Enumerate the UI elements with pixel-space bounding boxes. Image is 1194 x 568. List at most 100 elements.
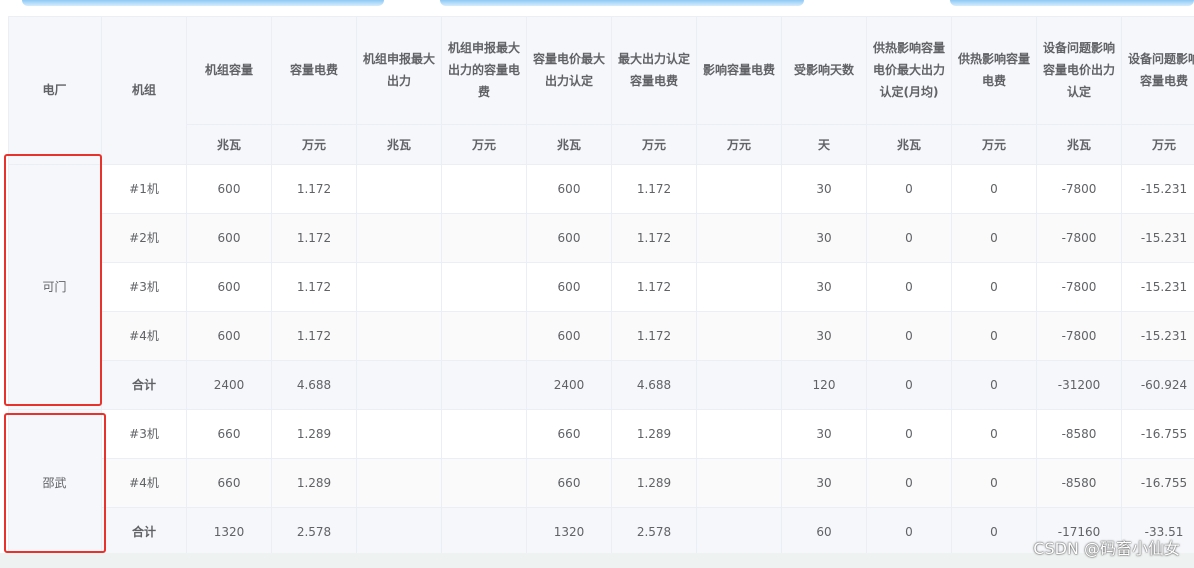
unit-label-heat-max-output: 兆瓦 — [867, 125, 952, 165]
header-max-output-fee: 最大出力认定容量电费 — [612, 16, 697, 125]
data-cell-declared-max — [357, 361, 442, 410]
data-cell-affected-days: 30 — [782, 410, 867, 459]
data-cell-affected-days: 30 — [782, 312, 867, 361]
unit-label-declared-max: 兆瓦 — [357, 125, 442, 165]
top-blue-bar — [22, 0, 384, 6]
data-cell-heat-fee: 0 — [952, 312, 1037, 361]
data-cell-affected-days: 120 — [782, 361, 867, 410]
unit-label-max-output-fee: 万元 — [612, 125, 697, 165]
bottom-scrollbar-track[interactable] — [0, 553, 1194, 568]
data-cell-capacity: 600 — [187, 263, 272, 312]
data-cell-equip-fee: -16.755 — [1122, 459, 1194, 508]
unit-label-capacity-fee: 万元 — [272, 125, 357, 165]
data-cell-declared-max — [357, 312, 442, 361]
data-cell-price-max-output: 600 — [527, 312, 612, 361]
data-cell-price-max-output: 600 — [527, 214, 612, 263]
data-cell-capacity: 600 — [187, 312, 272, 361]
data-cell-capacity: 660 — [187, 459, 272, 508]
header-affect-fee: 影响容量电费 — [697, 16, 782, 125]
data-cell-affected-days: 30 — [782, 459, 867, 508]
data-cell-declared-max — [357, 214, 442, 263]
top-toolbar-strip — [0, 0, 1194, 14]
unit-name-cell: #1机 — [102, 165, 187, 214]
data-cell-equip-max-output: -7800 — [1037, 165, 1122, 214]
data-cell-price-max-output: 600 — [527, 165, 612, 214]
data-cell-heat-fee: 0 — [952, 508, 1037, 557]
data-cell-capacity-fee: 1.289 — [272, 459, 357, 508]
top-blue-bar — [440, 0, 804, 6]
header-equip-fee: 设备问题影响容量电费 — [1122, 16, 1194, 125]
data-cell-heat-max-output: 0 — [867, 214, 952, 263]
data-cell-equip-max-output: -7800 — [1037, 263, 1122, 312]
data-cell-equip-max-output: -7800 — [1037, 214, 1122, 263]
data-cell-max-output-fee: 2.578 — [612, 508, 697, 557]
data-cell-declared-max-fee — [442, 312, 527, 361]
top-blue-bar — [950, 0, 1194, 6]
data-cell-declared-max-fee — [442, 165, 527, 214]
unit-label-affect-fee: 万元 — [697, 125, 782, 165]
data-cell-heat-fee: 0 — [952, 361, 1037, 410]
data-cell-heat-fee: 0 — [952, 410, 1037, 459]
data-cell-price-max-output: 1320 — [527, 508, 612, 557]
data-cell-price-max-output: 2400 — [527, 361, 612, 410]
data-cell-declared-max-fee — [442, 410, 527, 459]
data-cell-equip-fee: -16.755 — [1122, 410, 1194, 459]
data-cell-equip-fee: -15.231 — [1122, 214, 1194, 263]
data-cell-capacity-fee: 1.172 — [272, 214, 357, 263]
data-cell-equip-fee: -15.231 — [1122, 312, 1194, 361]
data-cell-capacity: 2400 — [187, 361, 272, 410]
data-cell-heat-fee: 0 — [952, 165, 1037, 214]
data-cell-heat-fee: 0 — [952, 263, 1037, 312]
data-cell-max-output-fee: 1.172 — [612, 263, 697, 312]
data-cell-affect-fee — [697, 165, 782, 214]
data-cell-capacity-fee: 2.578 — [272, 508, 357, 557]
plant-name-cell: 可门 — [8, 165, 102, 410]
header-plant: 电厂 — [8, 16, 102, 165]
data-cell-capacity-fee: 1.172 — [272, 312, 357, 361]
watermark: CSDN @码畜小仙女 — [1033, 539, 1180, 558]
data-cell-equip-fee: -15.231 — [1122, 263, 1194, 312]
unit-name-cell: #4机 — [102, 459, 187, 508]
data-cell-price-max-output: 660 — [527, 410, 612, 459]
data-cell-capacity: 1320 — [187, 508, 272, 557]
data-cell-equip-max-output: -8580 — [1037, 459, 1122, 508]
header-declared-max: 机组申报最大出力 — [357, 16, 442, 125]
header-affected-days: 受影响天数 — [782, 16, 867, 125]
data-cell-equip-max-output: -8580 — [1037, 410, 1122, 459]
data-cell-heat-fee: 0 — [952, 459, 1037, 508]
data-cell-heat-max-output: 0 — [867, 165, 952, 214]
header-capacity: 机组容量 — [187, 16, 272, 125]
unit-name-cell: #4机 — [102, 312, 187, 361]
data-cell-declared-max — [357, 410, 442, 459]
data-cell-declared-max-fee — [442, 214, 527, 263]
header-heat-max-output: 供热影响容量电价最大出力认定(月均) — [867, 16, 952, 125]
data-cell-heat-max-output: 0 — [867, 263, 952, 312]
data-cell-declared-max-fee — [442, 263, 527, 312]
unit-label-equip-fee: 万元 — [1122, 125, 1194, 165]
data-cell-capacity-fee: 4.688 — [272, 361, 357, 410]
total-row-label: 合计 — [102, 508, 187, 557]
data-cell-capacity: 600 — [187, 214, 272, 263]
data-cell-max-output-fee: 1.172 — [612, 312, 697, 361]
data-cell-heat-max-output: 0 — [867, 312, 952, 361]
data-cell-declared-max-fee — [442, 459, 527, 508]
data-cell-declared-max-fee — [442, 508, 527, 557]
data-cell-affect-fee — [697, 410, 782, 459]
data-cell-equip-fee: -15.231 — [1122, 165, 1194, 214]
unit-label-price-max-output: 兆瓦 — [527, 125, 612, 165]
data-cell-affect-fee — [697, 312, 782, 361]
data-cell-affected-days: 30 — [782, 214, 867, 263]
data-cell-declared-max — [357, 165, 442, 214]
data-cell-affect-fee — [697, 361, 782, 410]
data-cell-affect-fee — [697, 459, 782, 508]
data-cell-capacity-fee: 1.289 — [272, 410, 357, 459]
unit-name-cell: #2机 — [102, 214, 187, 263]
data-cell-capacity-fee: 1.172 — [272, 165, 357, 214]
data-cell-heat-max-output: 0 — [867, 361, 952, 410]
unit-label-affected-days: 天 — [782, 125, 867, 165]
data-cell-max-output-fee: 1.289 — [612, 410, 697, 459]
data-cell-affect-fee — [697, 263, 782, 312]
data-cell-declared-max — [357, 459, 442, 508]
data-cell-affected-days: 30 — [782, 263, 867, 312]
total-row-label: 合计 — [102, 361, 187, 410]
